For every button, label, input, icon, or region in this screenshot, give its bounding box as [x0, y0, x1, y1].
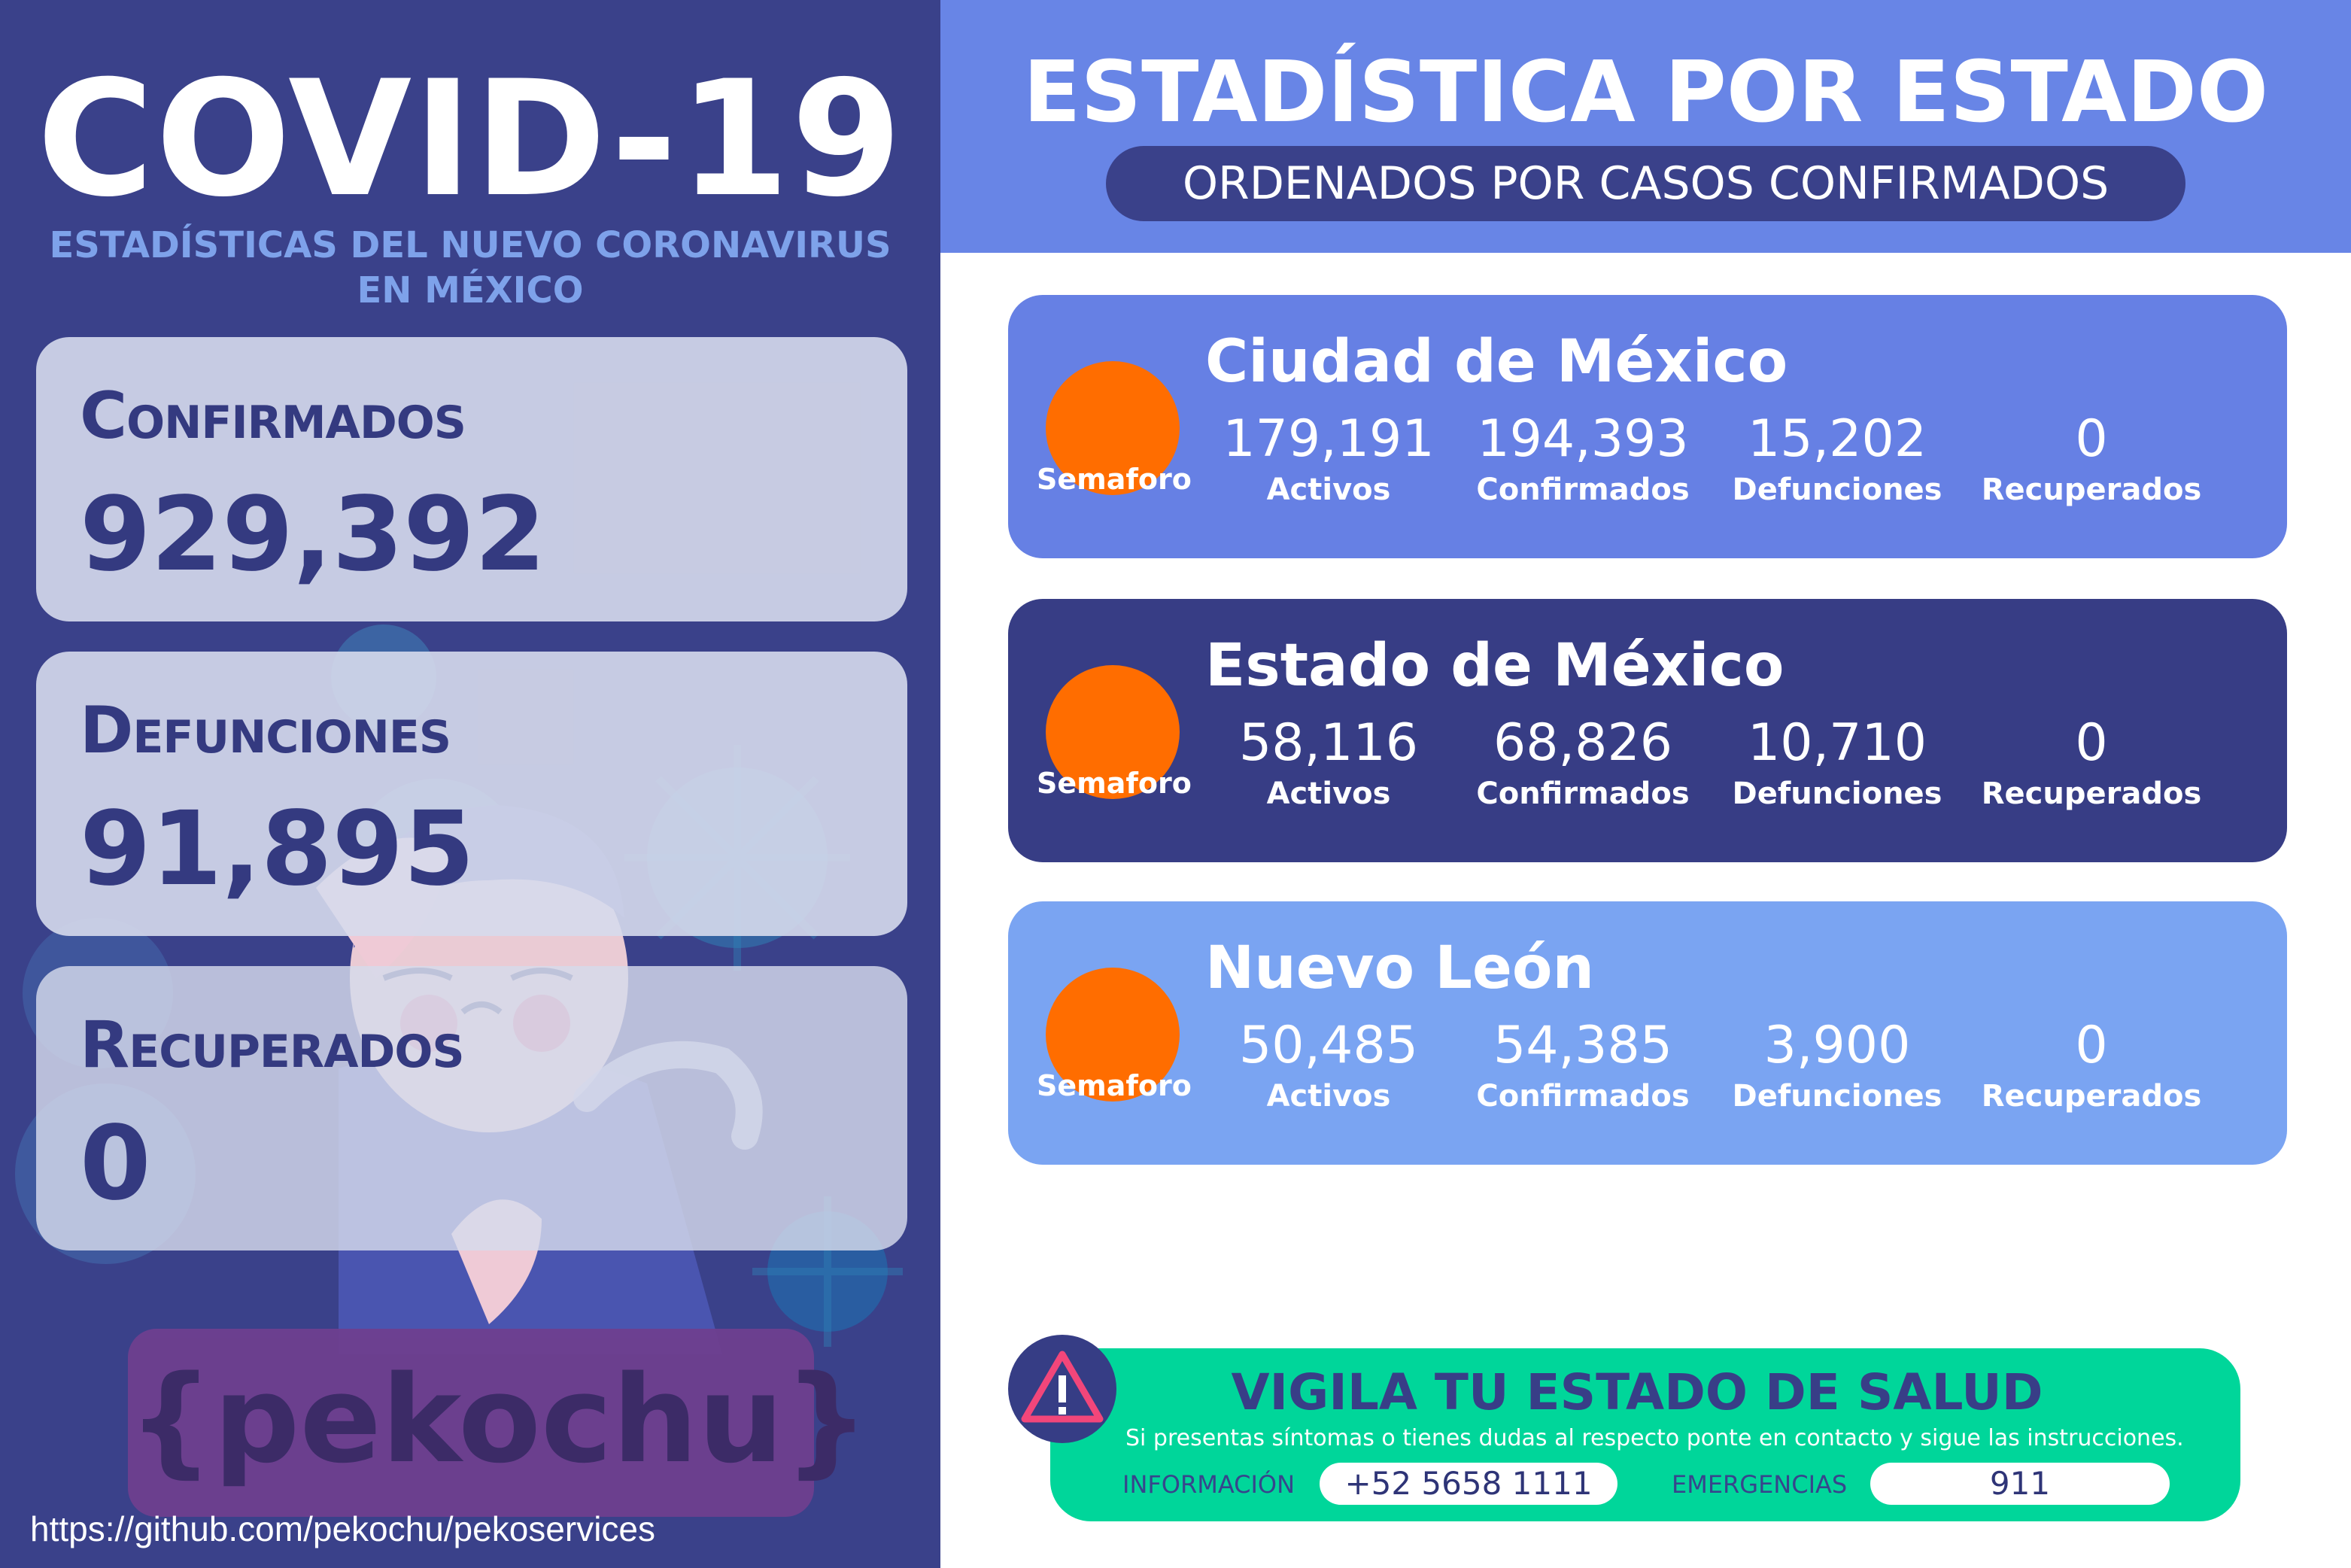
health-alert-body: Si presentas síntomas o tienes dudas al … [1125, 1425, 2184, 1451]
health-alert-title: VIGILA TU ESTADO DE SALUD [1231, 1363, 2043, 1421]
metric-recuperados: 0 Recuperados [1971, 1014, 2212, 1115]
metric-label: Defunciones [1732, 473, 1942, 507]
metric-recuperados: 0 Recuperados [1971, 712, 2212, 813]
metric-value: 54,385 [1493, 1016, 1672, 1075]
state-name: Nuevo León [1205, 934, 1595, 1002]
stat-label: Recuperados [80, 1007, 465, 1083]
metric-value: 10,710 [1748, 713, 1927, 773]
metric-value: 0 [2075, 1016, 2108, 1075]
stat-label: Confirmados [80, 378, 466, 454]
metric-activos: 50,485 Activos [1208, 1014, 1449, 1115]
metric-label: Activos [1266, 473, 1391, 507]
metric-label: Activos [1266, 1079, 1391, 1114]
metric-value: 3,900 [1763, 1016, 1911, 1075]
metric-value: 68,826 [1493, 713, 1672, 773]
emergency-label: EMERGENCIAS [1672, 1470, 1848, 1499]
sort-order-pill: ORDENADOS POR CASOS CONFIRMADOS [1106, 146, 2185, 221]
metric-confirmados: 54,385 Confirmados [1463, 1014, 1703, 1115]
page-title: COVID-19 [37, 46, 904, 232]
brand-logo: {pekochu} [128, 1329, 870, 1517]
state-card-ciudad-de-mexico: Semaforo Ciudad de México 179,191 Activos… [1008, 295, 2287, 558]
health-alert-banner: VIGILA TU ESTADO DE SALUD Si presentas s… [1050, 1348, 2240, 1521]
semaforo-label: Semaforo [1037, 463, 1192, 496]
emergency-phone[interactable]: 911 [1870, 1463, 2170, 1505]
metric-label: Confirmados [1476, 473, 1690, 507]
metric-confirmados: 194,393 Confirmados [1463, 408, 1703, 509]
stat-card-recuperados: Recuperados 0 [36, 966, 907, 1250]
state-name: Estado de México [1205, 632, 1785, 700]
info-label: INFORMACIÓN [1122, 1470, 1295, 1499]
state-card-nuevo-leon: Semaforo Nuevo León 50,485 Activos 54,385… [1008, 901, 2287, 1165]
metric-activos: 179,191 Activos [1208, 408, 1449, 509]
metric-defunciones: 10,710 Defunciones [1717, 712, 1958, 813]
metric-label: Recuperados [1981, 776, 2202, 811]
metric-value: 179,191 [1223, 409, 1435, 469]
stat-card-defunciones: Defunciones 91,895 [36, 652, 907, 936]
brand-logo-text: {pekochu} [128, 1349, 870, 1490]
metric-value: 50,485 [1239, 1016, 1418, 1075]
stat-value: 0 [80, 1105, 151, 1223]
stat-card-confirmados: Confirmados 929,392 [36, 337, 907, 621]
metric-defunciones: 3,900 Defunciones [1717, 1014, 1958, 1115]
stat-value: 929,392 [80, 476, 546, 594]
section-title: ESTADÍSTICA POR ESTADO [1022, 44, 2269, 141]
stat-value: 91,895 [80, 790, 475, 909]
metric-label: Defunciones [1732, 1079, 1942, 1114]
metric-defunciones: 15,202 Defunciones [1717, 408, 1958, 509]
state-card-estado-de-mexico: Semaforo Estado de México 58,116 Activos … [1008, 599, 2287, 862]
page-subtitle: ESTADÍSTICAS DEL NUEVO CORONAVIRUS EN MÉ… [49, 224, 891, 311]
state-stats-header: ESTADÍSTICA POR ESTADO ORDENADOS POR CAS… [940, 0, 2351, 253]
warning-badge [1008, 1335, 1116, 1443]
metric-label: Confirmados [1476, 1079, 1690, 1114]
metric-label: Recuperados [1981, 473, 2202, 507]
metric-value: 58,116 [1239, 713, 1418, 773]
metric-value: 15,202 [1748, 409, 1927, 469]
info-phone[interactable]: +52 5658 1111 [1320, 1463, 1617, 1505]
state-name: Ciudad de México [1205, 328, 1788, 396]
metric-value: 194,393 [1477, 409, 1689, 469]
metric-label: Recuperados [1981, 1079, 2202, 1114]
semaforo-label: Semaforo [1037, 1069, 1192, 1102]
metric-label: Confirmados [1476, 776, 1690, 811]
warning-icon [1021, 1351, 1104, 1423]
left-panel: COVID-19 ESTADÍSTICAS DEL NUEVO CORONAVI… [0, 0, 940, 1568]
metric-activos: 58,116 Activos [1208, 712, 1449, 813]
metric-label: Activos [1266, 776, 1391, 811]
metric-confirmados: 68,826 Confirmados [1463, 712, 1703, 813]
metric-recuperados: 0 Recuperados [1971, 408, 2212, 509]
metric-label: Defunciones [1732, 776, 1942, 811]
metric-value: 0 [2075, 713, 2108, 773]
metric-value: 0 [2075, 409, 2108, 469]
repo-link[interactable]: https://github.com/pekochu/pekoservices [30, 1506, 655, 1551]
semaforo-label: Semaforo [1037, 767, 1192, 800]
stat-label: Defunciones [80, 693, 451, 768]
